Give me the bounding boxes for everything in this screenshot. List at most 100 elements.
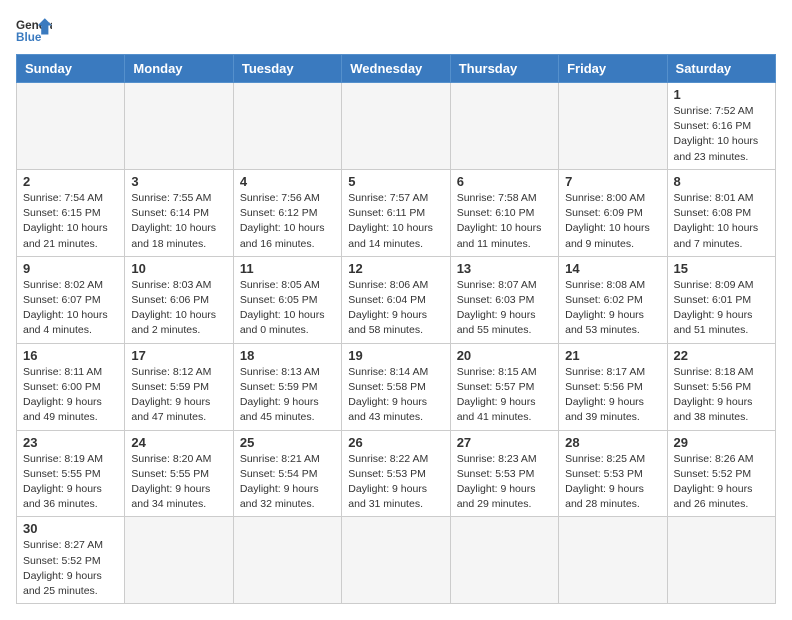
day-number: 19	[348, 348, 443, 363]
day-info: Sunrise: 7:57 AM Sunset: 6:11 PM Dayligh…	[348, 191, 443, 252]
day-info: Sunrise: 7:52 AM Sunset: 6:16 PM Dayligh…	[674, 104, 769, 165]
day-number: 1	[674, 87, 769, 102]
calendar-day-cell	[233, 83, 341, 170]
calendar-week-row: 9 Sunrise: 8:02 AM Sunset: 6:07 PM Daylig…	[17, 256, 776, 343]
day-info: Sunrise: 8:12 AM Sunset: 5:59 PM Dayligh…	[131, 365, 226, 426]
day-number: 22	[674, 348, 769, 363]
weekday-header-thursday: Thursday	[450, 55, 558, 83]
day-info: Sunrise: 8:06 AM Sunset: 6:04 PM Dayligh…	[348, 278, 443, 339]
day-info: Sunrise: 8:05 AM Sunset: 6:05 PM Dayligh…	[240, 278, 335, 339]
calendar-day-cell: 25Sunrise: 8:21 AM Sunset: 5:54 PM Dayli…	[233, 430, 341, 517]
weekday-header-sunday: Sunday	[17, 55, 125, 83]
day-info: Sunrise: 8:21 AM Sunset: 5:54 PM Dayligh…	[240, 452, 335, 513]
day-info: Sunrise: 7:56 AM Sunset: 6:12 PM Dayligh…	[240, 191, 335, 252]
calendar-day-cell	[342, 517, 450, 604]
calendar-day-cell: 18Sunrise: 8:13 AM Sunset: 5:59 PM Dayli…	[233, 343, 341, 430]
calendar-day-cell: 20 Sunrise: 8:15 AM Sunset: 5:57 PM Dayli…	[450, 343, 558, 430]
weekday-header-wednesday: Wednesday	[342, 55, 450, 83]
calendar-day-cell	[559, 517, 667, 604]
calendar-week-row: 2 Sunrise: 7:54 AM Sunset: 6:15 PM Daylig…	[17, 169, 776, 256]
calendar-day-cell: 16Sunrise: 8:11 AM Sunset: 6:00 PM Dayli…	[17, 343, 125, 430]
day-number: 27	[457, 435, 552, 450]
calendar-header-row: SundayMondayTuesdayWednesdayThursdayFrid…	[17, 55, 776, 83]
svg-text:Blue: Blue	[16, 31, 42, 44]
day-number: 17	[131, 348, 226, 363]
calendar-day-cell: 15Sunrise: 8:09 AM Sunset: 6:01 PM Dayli…	[667, 256, 775, 343]
calendar-day-cell: 2 Sunrise: 7:54 AM Sunset: 6:15 PM Daylig…	[17, 169, 125, 256]
day-info: Sunrise: 8:15 AM Sunset: 5:57 PM Dayligh…	[457, 365, 552, 426]
day-number: 4	[240, 174, 335, 189]
calendar-day-cell: 17 Sunrise: 8:12 AM Sunset: 5:59 PM Dayli…	[125, 343, 233, 430]
calendar-day-cell: 21 Sunrise: 8:17 AM Sunset: 5:56 PM Dayli…	[559, 343, 667, 430]
calendar-day-cell: 24 Sunrise: 8:20 AM Sunset: 5:55 PM Dayli…	[125, 430, 233, 517]
day-info: Sunrise: 8:11 AM Sunset: 6:00 PM Dayligh…	[23, 365, 118, 426]
calendar-day-cell: 5 Sunrise: 7:57 AM Sunset: 6:11 PM Daylig…	[342, 169, 450, 256]
calendar-day-cell	[559, 83, 667, 170]
day-number: 14	[565, 261, 660, 276]
calendar-day-cell: 23Sunrise: 8:19 AM Sunset: 5:55 PM Dayli…	[17, 430, 125, 517]
day-number: 13	[457, 261, 552, 276]
calendar-day-cell: 19 Sunrise: 8:14 AM Sunset: 5:58 PM Dayli…	[342, 343, 450, 430]
calendar-day-cell	[667, 517, 775, 604]
calendar-day-cell	[342, 83, 450, 170]
day-info: Sunrise: 8:00 AM Sunset: 6:09 PM Dayligh…	[565, 191, 660, 252]
day-number: 26	[348, 435, 443, 450]
day-number: 18	[240, 348, 335, 363]
logo: General Blue	[16, 16, 52, 44]
calendar-day-cell: 9 Sunrise: 8:02 AM Sunset: 6:07 PM Daylig…	[17, 256, 125, 343]
day-info: Sunrise: 7:54 AM Sunset: 6:15 PM Dayligh…	[23, 191, 118, 252]
day-number: 29	[674, 435, 769, 450]
day-info: Sunrise: 8:08 AM Sunset: 6:02 PM Dayligh…	[565, 278, 660, 339]
day-number: 11	[240, 261, 335, 276]
calendar-day-cell	[450, 517, 558, 604]
calendar-week-row: 30 Sunrise: 8:27 AM Sunset: 5:52 PM Dayli…	[17, 517, 776, 604]
day-number: 12	[348, 261, 443, 276]
day-number: 8	[674, 174, 769, 189]
weekday-header-friday: Friday	[559, 55, 667, 83]
calendar-week-row: 23Sunrise: 8:19 AM Sunset: 5:55 PM Dayli…	[17, 430, 776, 517]
day-info: Sunrise: 7:55 AM Sunset: 6:14 PM Dayligh…	[131, 191, 226, 252]
day-info: Sunrise: 7:58 AM Sunset: 6:10 PM Dayligh…	[457, 191, 552, 252]
day-info: Sunrise: 8:23 AM Sunset: 5:53 PM Dayligh…	[457, 452, 552, 513]
day-info: Sunrise: 8:20 AM Sunset: 5:55 PM Dayligh…	[131, 452, 226, 513]
calendar-day-cell	[17, 83, 125, 170]
day-number: 5	[348, 174, 443, 189]
calendar-day-cell: 6Sunrise: 7:58 AM Sunset: 6:10 PM Daylig…	[450, 169, 558, 256]
calendar-week-row: 16Sunrise: 8:11 AM Sunset: 6:00 PM Dayli…	[17, 343, 776, 430]
calendar-day-cell: 10 Sunrise: 8:03 AM Sunset: 6:06 PM Dayli…	[125, 256, 233, 343]
day-number: 10	[131, 261, 226, 276]
calendar-day-cell	[233, 517, 341, 604]
weekday-header-tuesday: Tuesday	[233, 55, 341, 83]
day-info: Sunrise: 8:01 AM Sunset: 6:08 PM Dayligh…	[674, 191, 769, 252]
day-number: 3	[131, 174, 226, 189]
calendar-day-cell: 29 Sunrise: 8:26 AM Sunset: 5:52 PM Dayli…	[667, 430, 775, 517]
calendar-day-cell: 8 Sunrise: 8:01 AM Sunset: 6:08 PM Daylig…	[667, 169, 775, 256]
day-number: 2	[23, 174, 118, 189]
page-header: General Blue	[16, 16, 776, 44]
day-number: 9	[23, 261, 118, 276]
day-number: 20	[457, 348, 552, 363]
day-info: Sunrise: 8:09 AM Sunset: 6:01 PM Dayligh…	[674, 278, 769, 339]
day-number: 7	[565, 174, 660, 189]
generalblue-logo-icon: General Blue	[16, 16, 52, 44]
calendar-day-cell: 28Sunrise: 8:25 AM Sunset: 5:53 PM Dayli…	[559, 430, 667, 517]
day-info: Sunrise: 8:03 AM Sunset: 6:06 PM Dayligh…	[131, 278, 226, 339]
day-info: Sunrise: 8:14 AM Sunset: 5:58 PM Dayligh…	[348, 365, 443, 426]
calendar-day-cell	[450, 83, 558, 170]
day-info: Sunrise: 8:22 AM Sunset: 5:53 PM Dayligh…	[348, 452, 443, 513]
day-info: Sunrise: 8:27 AM Sunset: 5:52 PM Dayligh…	[23, 538, 118, 599]
weekday-header-monday: Monday	[125, 55, 233, 83]
calendar-day-cell: 30 Sunrise: 8:27 AM Sunset: 5:52 PM Dayli…	[17, 517, 125, 604]
day-number: 21	[565, 348, 660, 363]
day-info: Sunrise: 8:02 AM Sunset: 6:07 PM Dayligh…	[23, 278, 118, 339]
calendar-day-cell: 3 Sunrise: 7:55 AM Sunset: 6:14 PM Daylig…	[125, 169, 233, 256]
day-info: Sunrise: 8:26 AM Sunset: 5:52 PM Dayligh…	[674, 452, 769, 513]
day-number: 30	[23, 521, 118, 536]
calendar-day-cell: 13Sunrise: 8:07 AM Sunset: 6:03 PM Dayli…	[450, 256, 558, 343]
calendar-day-cell: 27 Sunrise: 8:23 AM Sunset: 5:53 PM Dayli…	[450, 430, 558, 517]
calendar-day-cell: 22Sunrise: 8:18 AM Sunset: 5:56 PM Dayli…	[667, 343, 775, 430]
day-info: Sunrise: 8:17 AM Sunset: 5:56 PM Dayligh…	[565, 365, 660, 426]
day-number: 24	[131, 435, 226, 450]
calendar-table: SundayMondayTuesdayWednesdayThursdayFrid…	[16, 54, 776, 604]
calendar-day-cell	[125, 517, 233, 604]
